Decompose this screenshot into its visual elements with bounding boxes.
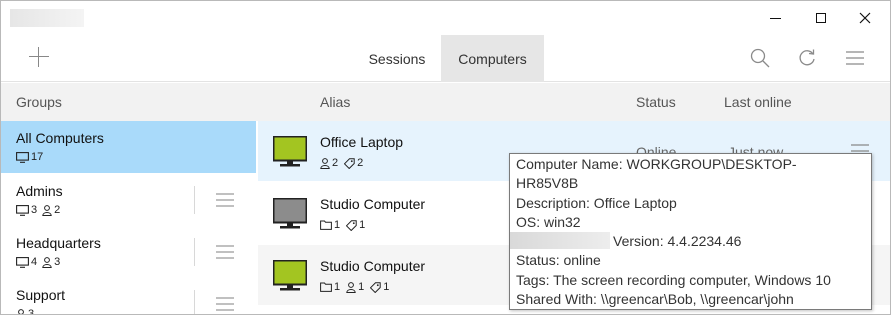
- tag-count: 1: [383, 281, 390, 293]
- refresh-icon[interactable]: [796, 47, 818, 69]
- close-button[interactable]: [853, 7, 877, 29]
- redacted-block: [510, 232, 610, 250]
- user-count: 2: [332, 157, 339, 169]
- divider: [194, 186, 195, 214]
- tag-icon: [346, 219, 357, 231]
- toolbar: Sessions Computers: [1, 35, 890, 82]
- computer-info-tooltip: Computer Name: WORKGROUP\DESKTOP- HR85V8…: [509, 153, 872, 310]
- search-icon[interactable]: [749, 47, 771, 69]
- tooltip-tags: Tags: The screen recording computer, Win…: [516, 271, 831, 288]
- close-icon: [859, 12, 871, 24]
- monitor-icon: [16, 151, 29, 163]
- alias-header[interactable]: Alias: [320, 94, 350, 110]
- minimize-button[interactable]: [763, 7, 787, 29]
- monitor-offline-icon: [273, 198, 307, 229]
- app-window: Sessions Computers Groups Alias Status L…: [0, 0, 891, 315]
- group-name: Headquarters: [16, 235, 101, 251]
- group-admins[interactable]: Admins 3 2: [1, 174, 256, 226]
- monitor-icon: [16, 204, 29, 216]
- group-name: Support: [16, 287, 66, 303]
- tab-sessions[interactable]: Sessions: [354, 35, 440, 82]
- groups-header: Groups: [16, 94, 62, 110]
- minimize-icon: [769, 17, 781, 19]
- tooltip-shared-with: Shared With: \\greencar\Bob, \\greencar\…: [516, 291, 794, 308]
- computer-count: 3: [31, 204, 38, 216]
- divider: [194, 238, 195, 266]
- computer-count: 4: [31, 256, 38, 268]
- tooltip-description: Description: Office Laptop: [516, 194, 677, 211]
- tag-count: 1: [359, 219, 366, 231]
- user-icon: [346, 281, 356, 293]
- group-name: All Computers: [16, 130, 104, 146]
- group-menu-icon[interactable]: [214, 243, 236, 261]
- computer-meta: 2 2: [320, 157, 369, 169]
- group-meta: 3 2: [16, 204, 65, 216]
- user-icon: [18, 308, 24, 314]
- user-count: 1: [358, 281, 365, 293]
- tooltip-computer-name-cont: HR85V8B: [516, 175, 579, 192]
- group-menu-icon[interactable]: [214, 295, 236, 313]
- group-meta: 17: [16, 151, 48, 163]
- tooltip-version: Version: 4.4.2234.46: [613, 233, 742, 250]
- computer-alias: Studio Computer: [320, 196, 426, 212]
- user-count: 2: [54, 204, 61, 216]
- status-header[interactable]: Status: [636, 94, 676, 110]
- app-logo: [10, 9, 84, 27]
- user-count: 3: [54, 256, 61, 268]
- plus-icon[interactable]: [27, 45, 51, 69]
- column-header: Groups Alias Status Last online: [1, 83, 890, 121]
- group-meta: 4 3: [16, 256, 65, 268]
- tooltip-status: Status: online: [516, 252, 601, 269]
- computer-meta: 1 1: [320, 219, 371, 231]
- tooltip-version-line: Version: 4.4.2234.46: [510, 232, 865, 251]
- group-headquarters[interactable]: Headquarters 4 3: [1, 226, 256, 278]
- folder-count: 1: [334, 281, 341, 293]
- computer-alias: Office Laptop: [320, 134, 404, 150]
- monitor-icon: [16, 256, 29, 268]
- tag-icon: [344, 157, 355, 169]
- monitor-online-icon: [273, 260, 307, 291]
- tooltip-computer-name: Computer Name: WORKGROUP\DESKTOP-: [516, 156, 797, 172]
- monitor-online-icon: [273, 136, 307, 167]
- tooltip-os: OS: win32: [516, 213, 581, 230]
- tag-count: 2: [357, 157, 364, 169]
- group-all-computers[interactable]: All Computers 17: [1, 121, 256, 173]
- user-icon: [42, 256, 52, 268]
- tag-icon: [370, 281, 381, 293]
- maximize-icon: [816, 13, 826, 23]
- folder-icon: [320, 282, 332, 292]
- group-name: Admins: [16, 183, 63, 199]
- groups-sidebar: All Computers 17 Admins 3 2 Headquarters…: [1, 121, 256, 315]
- last-online-header[interactable]: Last online: [724, 94, 792, 110]
- menu-icon[interactable]: [844, 47, 866, 69]
- user-icon: [320, 157, 330, 169]
- folder-icon: [320, 220, 332, 230]
- computer-count: 17: [31, 151, 44, 163]
- group-menu-icon[interactable]: [214, 191, 236, 209]
- tab-sessions-label: Sessions: [368, 50, 426, 67]
- group-meta: 3: [16, 308, 39, 315]
- user-icon: [42, 204, 52, 216]
- user-count: 3: [28, 308, 35, 315]
- computer-meta: 1 1 1: [320, 281, 395, 293]
- folder-count: 1: [334, 219, 341, 231]
- tab-computers[interactable]: Computers: [441, 35, 544, 82]
- title-bar: [1, 1, 890, 35]
- divider: [194, 290, 195, 314]
- computer-alias: Studio Computer: [320, 258, 426, 274]
- tab-computers-label: Computers: [458, 50, 527, 67]
- group-support[interactable]: Support 3: [1, 278, 256, 315]
- maximize-button[interactable]: [809, 7, 833, 29]
